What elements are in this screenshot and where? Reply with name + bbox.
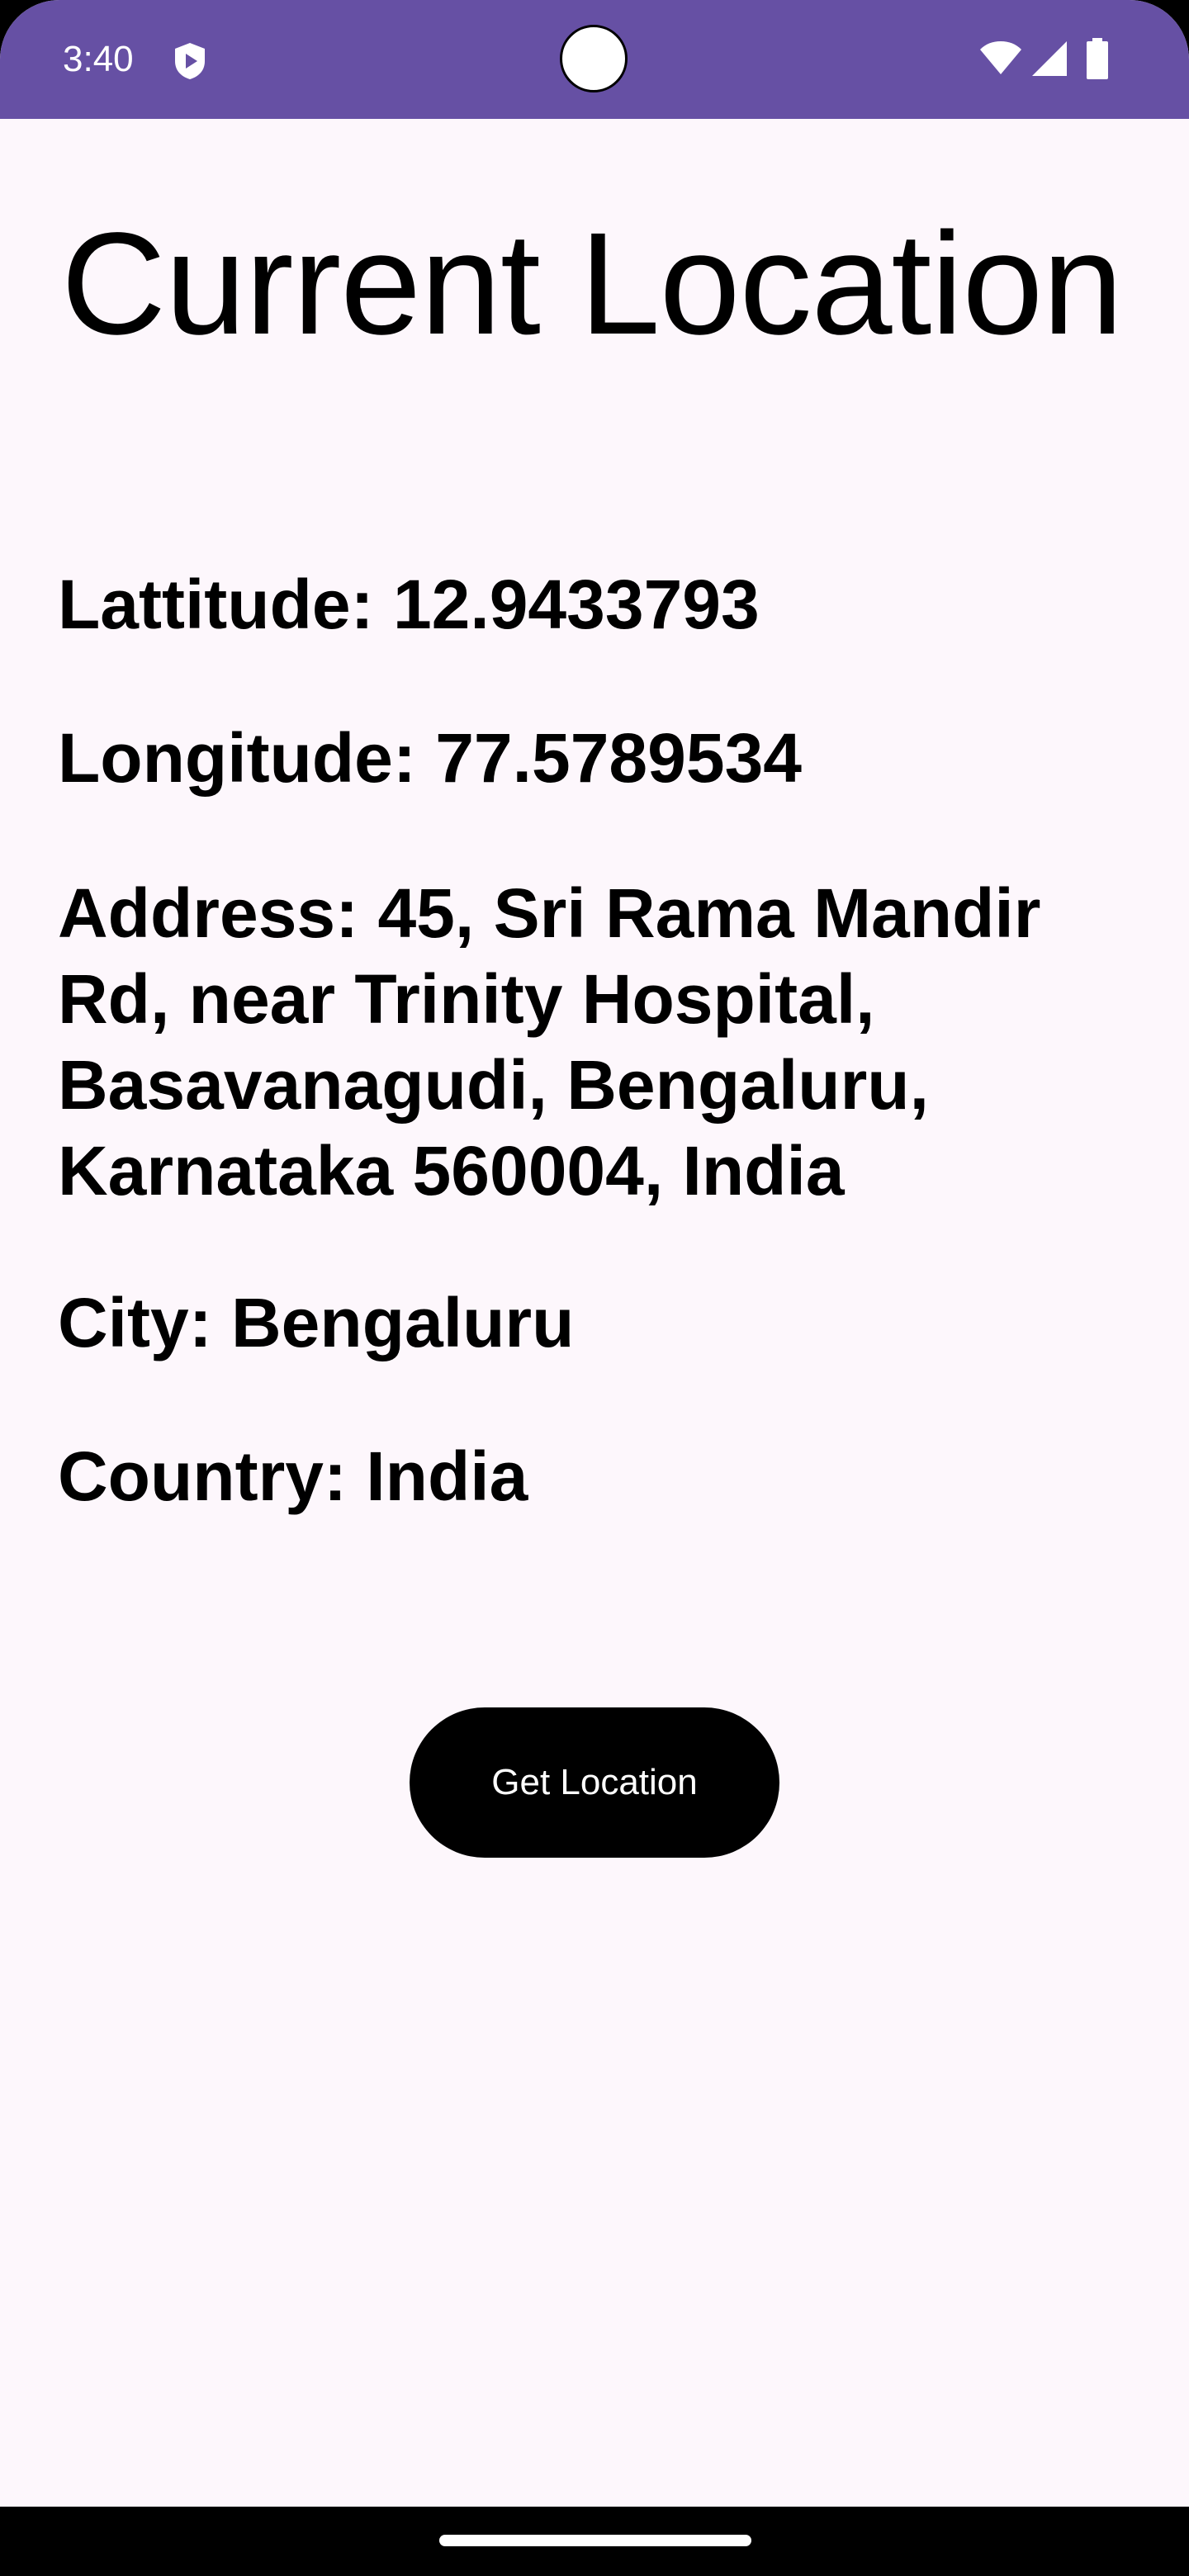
city-value: Bengaluru [231,1284,575,1361]
camera-cutout [560,25,628,92]
page-title: Current Location [61,203,1123,365]
country-label: Country: [58,1437,347,1515]
city-label: City: [58,1284,212,1361]
cell-signal-icon [1032,41,1067,76]
longitude-label: Longitude: [58,719,416,797]
country-value: India [366,1437,528,1515]
app-screen: 3:40 Current Location Lattitude: 12.9433… [0,0,1189,2576]
shield-play-icon [175,43,205,79]
city-text: City: Bengaluru [58,1280,1131,1366]
address-label: Address: [58,874,359,952]
longitude-value: 77.5789534 [435,719,803,797]
get-location-button[interactable]: Get Location [410,1707,779,1858]
status-time: 3:40 [63,39,134,79]
latitude-value: 12.9433793 [392,566,760,643]
longitude-text: Longitude: 77.5789534 [58,715,1131,801]
latitude-label: Lattitude: [58,566,374,643]
wifi-icon [980,41,1021,74]
country-text: Country: India [58,1433,1131,1519]
status-bar: 3:40 [0,0,1189,119]
address-text: Address: 45, Sri Rama Mandir Rd, near Tr… [58,870,1131,1214]
home-gesture-handle[interactable] [439,2535,751,2546]
battery-icon [1087,38,1108,79]
latitude-text: Lattitude: 12.9433793 [58,561,1131,647]
